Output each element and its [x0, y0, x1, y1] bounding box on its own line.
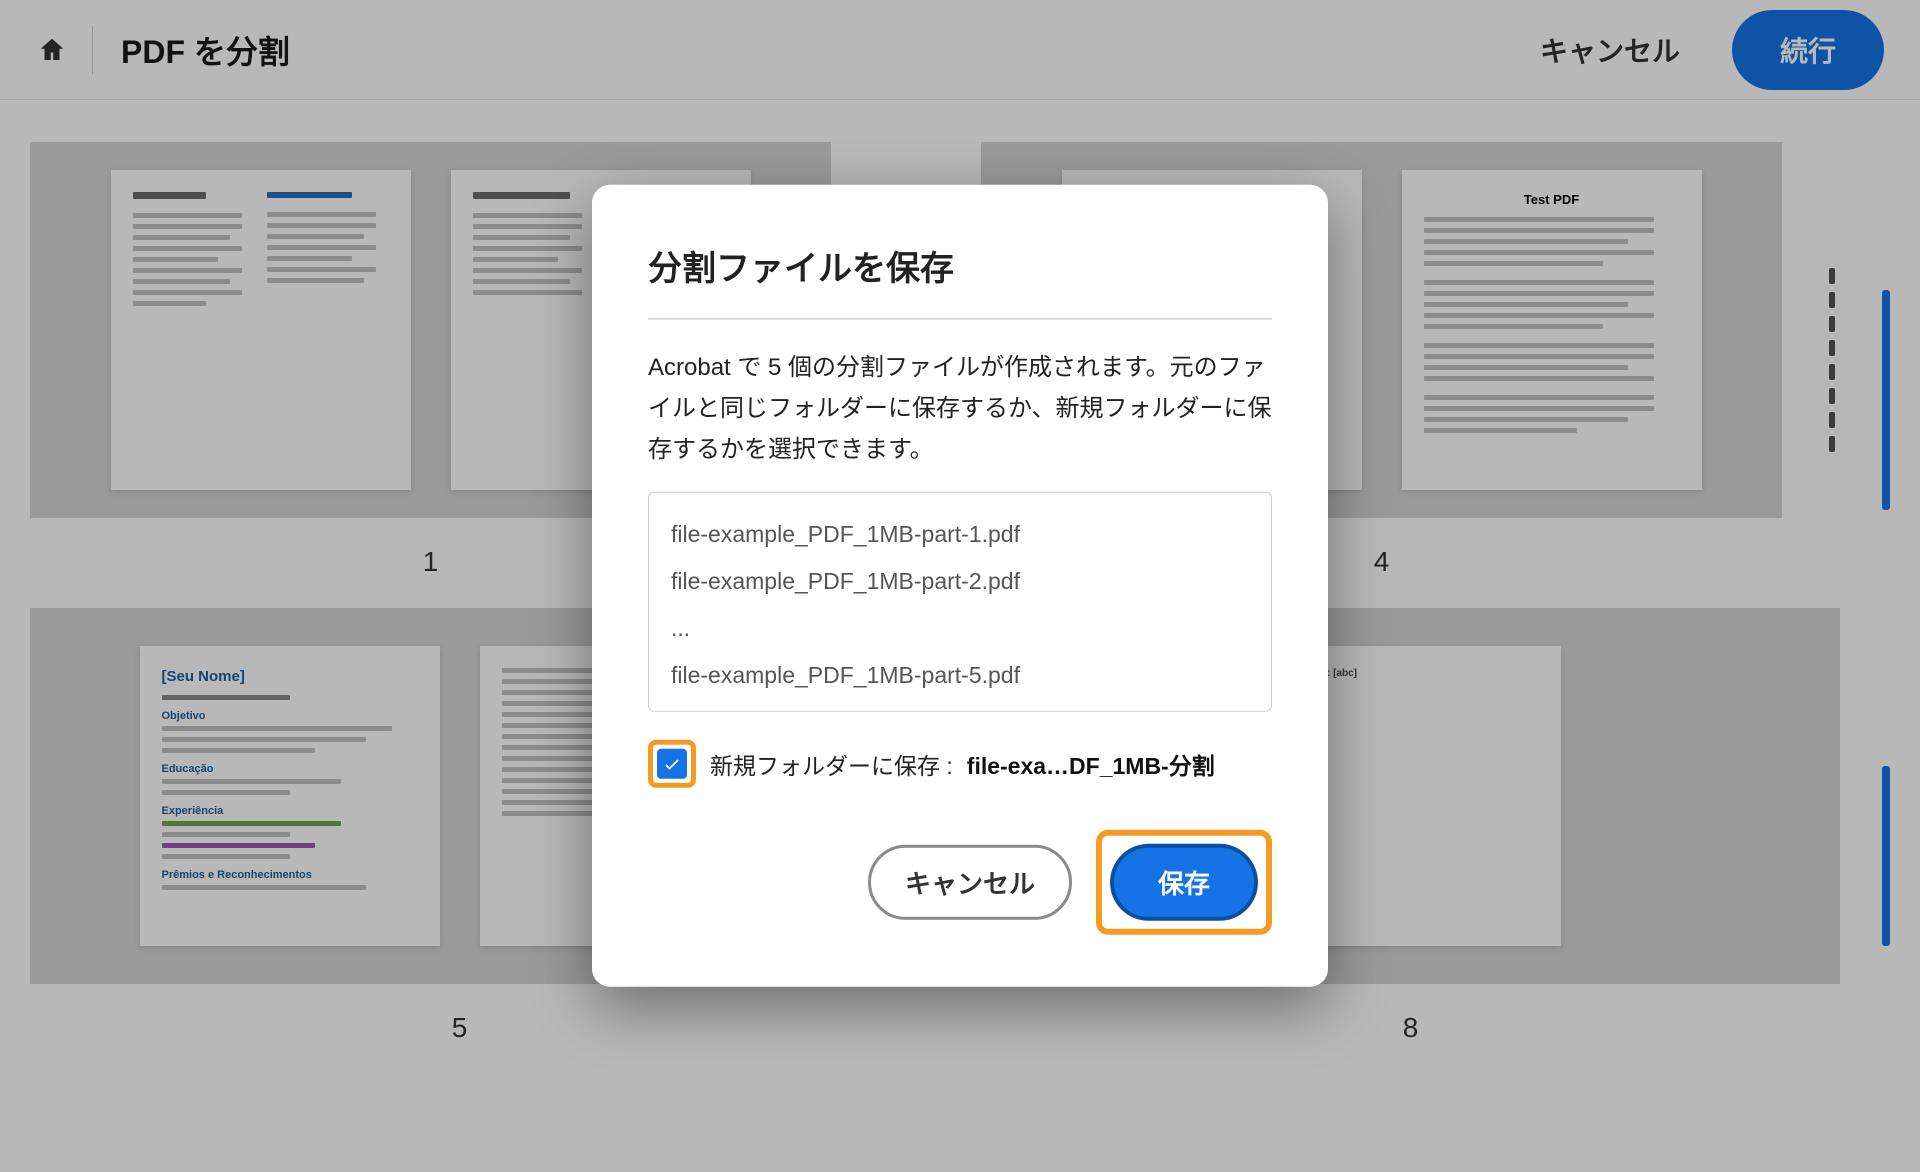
save-split-modal: 分割ファイルを保存 Acrobat で 5 個の分割ファイルが作成されます。元の…: [592, 185, 1328, 987]
list-item: file-example_PDF_1MB-part-2.pdf: [667, 558, 1253, 605]
target-folder-name: file-exa…DF_1MB-分割: [967, 747, 1215, 781]
list-item: file-example_PDF_1MB-part-5.pdf: [667, 652, 1253, 699]
highlight-checkbox: [648, 740, 696, 788]
highlight-save-button: 保存: [1096, 830, 1272, 935]
list-item: file-example_PDF_1MB-part-1.pdf: [667, 511, 1253, 558]
check-icon: [662, 754, 682, 774]
checkbox-label: 新規フォルダーに保存 :: [710, 747, 953, 781]
modal-cancel-button[interactable]: キャンセル: [868, 845, 1072, 920]
new-folder-checkbox[interactable]: [657, 749, 687, 779]
modal-description: Acrobat で 5 個の分割ファイルが作成されます。元のファイルと同じフォル…: [648, 348, 1272, 470]
list-item: ...: [667, 605, 1253, 652]
modal-actions: キャンセル 保存: [648, 830, 1272, 935]
modal-save-button[interactable]: 保存: [1110, 844, 1258, 921]
save-folder-checkbox-row: 新規フォルダーに保存 : file-exa…DF_1MB-分割: [648, 740, 1272, 788]
modal-title: 分割ファイルを保存: [648, 241, 1272, 320]
split-file-list: file-example_PDF_1MB-part-1.pdf file-exa…: [648, 492, 1272, 712]
